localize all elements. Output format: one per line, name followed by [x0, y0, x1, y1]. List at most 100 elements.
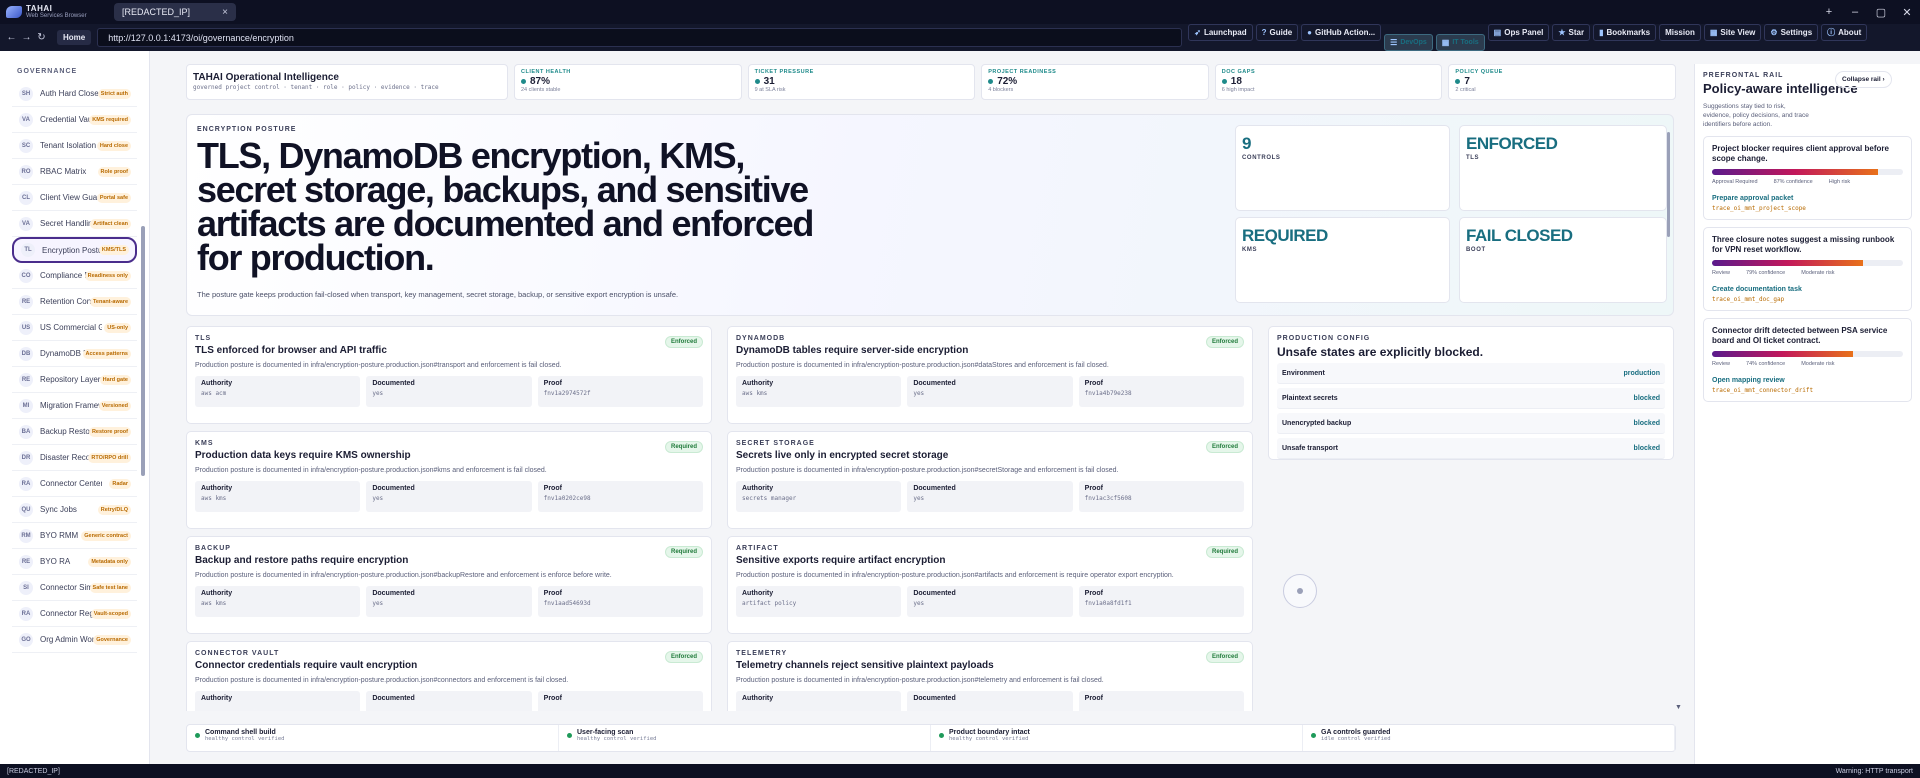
field-label: Authority	[201, 485, 233, 492]
sidebar-item-badge: Access patterns	[82, 348, 131, 359]
summary-card-value: 72%	[988, 76, 1202, 87]
control-description: Production posture is documented in infr…	[736, 572, 1174, 579]
sidebar-item-avatar: CO	[19, 268, 33, 283]
toolbar-mission-button[interactable]: Mission	[1659, 24, 1701, 41]
config-key: Unsafe transport	[1282, 444, 1339, 452]
info-icon: ⓘ	[1827, 28, 1836, 37]
field-label: Documented	[372, 485, 415, 492]
config-row: Unencrypted backup blocked	[1277, 413, 1665, 434]
sidebar-item[interactable]: RO RBAC Matrix Role proof	[12, 159, 137, 185]
toolbar-launchpad-button[interactable]: ➶ Launchpad	[1188, 24, 1253, 41]
sidebar-scroll-thumb[interactable]	[141, 226, 145, 476]
suggestion-action-link[interactable]: Open mapping review	[1712, 377, 1903, 384]
sidebar-item-avatar: TL	[21, 243, 35, 257]
url-bar[interactable]: http://127.0.0.1:4173/oi/governance/encr…	[97, 28, 1183, 47]
home-button[interactable]: Home	[57, 30, 92, 45]
close-window-icon[interactable]: ✕	[1894, 6, 1920, 19]
sidebar-item[interactable]: TL Encryption Posture KMS/TLS	[12, 237, 137, 263]
grid-icon: ▦	[1441, 38, 1450, 47]
sidebar-item-avatar: RO	[19, 164, 33, 179]
trace-id: trace_oi_mmt_doc_gap	[1712, 296, 1785, 303]
sidebar-item[interactable]: RA Connector Regist... Vault-scoped	[12, 601, 137, 627]
toolbar-star-button[interactable]: ★ Star	[1552, 24, 1591, 41]
toolbar-label: Bookmarks	[1606, 28, 1651, 37]
summary-card-value: 7	[1455, 76, 1669, 87]
toolbar-label: IT Tools	[1452, 39, 1479, 46]
sidebar-item[interactable]: MI Migration Framewo...Versioned	[12, 393, 137, 419]
toolbar-label: DevOps	[1400, 39, 1427, 46]
new-tab-icon[interactable]: +	[1816, 6, 1842, 19]
sidebar-item[interactable]: DR Disaster Recovery RTO/RPO drill	[12, 445, 137, 471]
summary-card-value: 18	[1221, 76, 1436, 87]
sidebar-item-badge: Artifact clean	[90, 218, 131, 229]
toolbar-settings-button[interactable]: ⚙ Settings	[1764, 24, 1819, 41]
collapse-rail-button[interactable]: Collapse rail ›	[1835, 71, 1892, 88]
close-tab-icon[interactable]: ×	[222, 7, 228, 18]
field-value: yes	[913, 495, 925, 502]
sidebar-item[interactable]: SC Tenant Isolation Hard close	[12, 133, 137, 159]
record-button[interactable]	[1283, 574, 1317, 608]
toolbar-it-tools-button[interactable]: ▦ IT Tools	[1435, 34, 1485, 51]
control-kicker: CONNECTOR VAULT	[195, 650, 280, 657]
summary-card: TICKET PRESSURE 31 9 at SLA risk	[747, 64, 976, 100]
suggestion-card: Three closure notes suggest a missing ru…	[1703, 227, 1912, 311]
sidebar-item-avatar: RE	[19, 554, 33, 569]
forward-icon[interactable]: →	[19, 32, 34, 43]
suggestion-meta: Approval Required 87% confidence High risk	[1712, 179, 1903, 185]
maximize-icon[interactable]: ▢	[1868, 6, 1894, 19]
toolbar-ops-panel-button[interactable]: ▤ Ops Panel	[1487, 24, 1550, 41]
toolbar-about-button[interactable]: ⓘ About	[1821, 24, 1868, 41]
summary-card-value: 87%	[521, 76, 735, 87]
reload-icon[interactable]: ↻	[34, 32, 49, 43]
sidebar-item[interactable]: RE Retention Contr... Tenant-aware	[12, 289, 137, 315]
status-dot-icon	[521, 79, 526, 84]
suggestion-action-link[interactable]: Prepare approval packet	[1712, 195, 1903, 202]
sidebar-item[interactable]: RE BYO RA Metadata only	[12, 549, 137, 575]
check-ok-icon	[939, 733, 944, 738]
control-fields: Authority secrets manager Documented yes Pro…	[736, 481, 1244, 512]
meta-item: Approval Required	[1712, 179, 1758, 185]
sidebar-item[interactable]: BA Backup Restore Restore proof	[12, 419, 137, 445]
sidebar-item-badge: Safe test lane	[89, 582, 131, 593]
sidebar-item[interactable]: SI Connector Simul... Safe test lane	[12, 575, 137, 601]
sidebar-item-label: Repository Layer	[40, 375, 101, 384]
sidebar-item[interactable]: CO Compliance Ma... Readiness only	[12, 263, 137, 289]
toolbar-guide-button[interactable]: ? Guide	[1255, 24, 1299, 41]
sidebar-item-avatar: RM	[19, 528, 33, 543]
sidebar-item[interactable]: RE Repository Layer Hard gate	[12, 367, 137, 393]
back-icon[interactable]: ←	[4, 32, 19, 43]
hero-stat-card: FAIL CLOSED BOOT	[1459, 217, 1667, 303]
toolbar-bookmarks-button[interactable]: ▮ Bookmarks	[1593, 24, 1657, 41]
scroll-down-icon[interactable]: ▼	[1675, 704, 1682, 711]
record-dot-icon	[1297, 588, 1303, 594]
field-value: aws kms	[201, 495, 227, 502]
toolbar-github-action-button[interactable]: ● GitHub Action...	[1301, 24, 1382, 41]
browser-tab[interactable]: [REDACTED_IP] ×	[114, 3, 236, 21]
toolbar-devops-button[interactable]: ☰ DevOps	[1384, 34, 1433, 51]
logo-mark-icon	[6, 6, 22, 18]
field-authority: Authority	[736, 691, 902, 711]
control-status-badge: Required	[664, 441, 703, 453]
sidebar-item-badge: Role proof	[97, 166, 131, 177]
sidebar-item[interactable]: US US Commercial GateUS-only	[12, 315, 137, 341]
sidebar-item[interactable]: RM BYO RMM Generic contract	[12, 523, 137, 549]
sidebar-item[interactable]: QU Sync Jobs Retry/DLQ	[12, 497, 137, 523]
sidebar-item[interactable]: CL Client View Guard Portal safe	[12, 185, 137, 211]
field-documented: Documented yes	[366, 376, 532, 407]
sidebar-item[interactable]: SH Auth Hard Close Strict auth	[12, 81, 137, 107]
sidebar-item[interactable]: RA Connector Center Radar	[12, 471, 137, 497]
sidebar-item-badge: Vault-scoped	[90, 608, 131, 619]
suggestion-action-link[interactable]: Create documentation task	[1712, 286, 1903, 293]
hero-scrollbar[interactable]	[1666, 124, 1671, 310]
sidebar-item[interactable]: VA Credential Vault KMS required	[12, 107, 137, 133]
toolbar-site-view-button[interactable]: ▦ Site View	[1703, 24, 1762, 41]
trace-id: trace_oi_mmt_project_scope	[1712, 205, 1806, 212]
control-status-badge: Enforced	[1205, 441, 1244, 453]
sidebar-item[interactable]: DB DynamoDB De... Access patterns	[12, 341, 137, 367]
sidebar-item[interactable]: GOOrg Admin Workfl...Governance	[12, 627, 137, 653]
sidebar-item-avatar: RA	[19, 476, 33, 491]
hero-stat-label: KMS	[1242, 247, 1258, 253]
sidebar-item[interactable]: VA Secret Handling Artifact clean	[12, 211, 137, 237]
hero-stat-label: CONTROLS	[1242, 155, 1281, 161]
minimize-icon[interactable]: –	[1842, 6, 1868, 19]
